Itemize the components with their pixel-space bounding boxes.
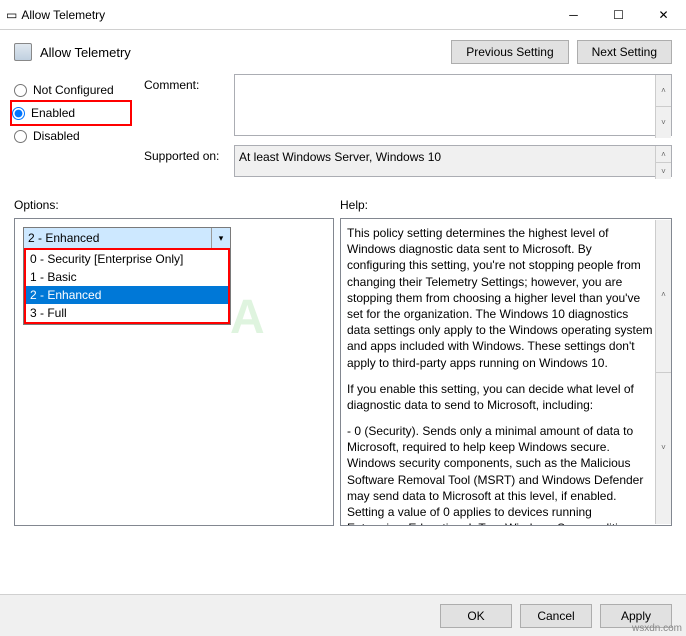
help-scrollbar[interactable]: ˄ ˅ [655, 220, 671, 524]
select-value[interactable]: 2 - Enhanced [24, 228, 230, 248]
help-label: Help: [340, 198, 368, 212]
title-bar: ▭ Allow Telemetry ─ ☐ ✕ [0, 0, 686, 30]
comment-scrollbar[interactable]: ˄ ˅ [655, 75, 671, 138]
select-option[interactable]: 2 - Enhanced [26, 286, 228, 304]
page-title: Allow Telemetry [40, 45, 443, 60]
app-icon: ▭ [6, 8, 17, 22]
supported-on-value: At least Windows Server, Windows 10 [234, 145, 672, 177]
scroll-down-icon[interactable]: ˅ [655, 106, 671, 138]
close-button[interactable]: ✕ [641, 0, 686, 29]
help-text: This policy setting determines the highe… [347, 225, 653, 371]
radio-not-configured[interactable]: Not Configured [14, 80, 132, 100]
select-option[interactable]: 3 - Full [26, 304, 228, 322]
supported-scrollbar[interactable]: ˄ ˅ [655, 146, 671, 179]
scroll-up-icon[interactable]: ˄ [655, 146, 671, 162]
options-pane: 2 - Enhanced 0 - Security [Enterprise On… [14, 218, 334, 526]
comment-textarea[interactable] [234, 74, 672, 136]
policy-icon [14, 43, 32, 61]
ok-button[interactable]: OK [440, 604, 512, 628]
telemetry-level-select[interactable]: 2 - Enhanced 0 - Security [Enterprise On… [23, 227, 231, 325]
radio-not-configured-label: Not Configured [33, 83, 114, 97]
help-pane: This policy setting determines the highe… [340, 218, 672, 526]
previous-setting-button[interactable]: Previous Setting [451, 40, 568, 64]
scroll-down-icon[interactable]: ˅ [655, 162, 671, 179]
comment-label: Comment: [144, 74, 234, 139]
next-setting-button[interactable]: Next Setting [577, 40, 672, 64]
footer: OK Cancel Apply [0, 594, 686, 636]
help-text: If you enable this setting, you can deci… [347, 381, 653, 413]
select-option[interactable]: 0 - Security [Enterprise Only] [26, 250, 228, 268]
radio-disabled[interactable]: Disabled [14, 126, 132, 146]
scroll-down-icon[interactable]: ˅ [655, 372, 671, 525]
radio-disabled-label: Disabled [33, 129, 80, 143]
scroll-up-icon[interactable]: ˄ [655, 75, 671, 106]
supported-on-label: Supported on: [144, 145, 234, 180]
radio-enabled-label: Enabled [31, 106, 75, 120]
scroll-up-icon[interactable]: ˄ [655, 220, 671, 372]
window-title: Allow Telemetry [17, 8, 551, 22]
options-label: Options: [14, 198, 340, 212]
attribution: wsxdn.com [632, 623, 682, 634]
state-radio-group: Not Configured Enabled Disabled [14, 74, 132, 186]
radio-enabled-input[interactable] [12, 107, 25, 120]
select-dropdown-list: 0 - Security [Enterprise Only] 1 - Basic… [24, 248, 230, 324]
minimize-button[interactable]: ─ [551, 0, 596, 29]
maximize-button[interactable]: ☐ [596, 0, 641, 29]
select-option[interactable]: 1 - Basic [26, 268, 228, 286]
cancel-button[interactable]: Cancel [520, 604, 592, 628]
header: Allow Telemetry Previous Setting Next Se… [0, 30, 686, 68]
radio-not-configured-input[interactable] [14, 84, 27, 97]
radio-disabled-input[interactable] [14, 130, 27, 143]
radio-enabled[interactable]: Enabled [12, 103, 124, 123]
help-text: - 0 (Security). Sends only a minimal amo… [347, 423, 653, 526]
